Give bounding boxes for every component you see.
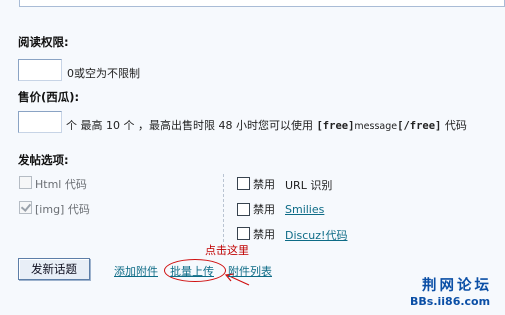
disable-url-checkbox[interactable] xyxy=(237,177,250,190)
watermark-title: 荆网论坛 xyxy=(422,278,492,294)
discuz-code-link[interactable]: Discuz!代码 xyxy=(285,227,347,243)
price-heading: 售价(西瓜): xyxy=(18,90,80,104)
disable-url-prefix: 禁用 xyxy=(253,178,275,191)
new-topic-button[interactable]: 发新话题 xyxy=(18,258,90,280)
price-input[interactable] xyxy=(18,111,62,133)
click-here-annotation: 点击这里 xyxy=(205,244,249,257)
post-options-heading: 发帖选项: xyxy=(18,153,69,167)
price-description: 个 最高 10 个 ，最高出售时限 48 小时您可以使用 [free]messa… xyxy=(66,117,467,133)
add-attachment-link[interactable]: 添加附件 xyxy=(114,263,158,279)
disable-smilies-checkbox[interactable] xyxy=(237,203,250,216)
options-divider xyxy=(223,174,224,252)
disable-smilies-prefix: 禁用 xyxy=(253,203,275,216)
img-code-checkbox[interactable] xyxy=(19,201,32,214)
img-code-label: [img] 代码 xyxy=(35,203,90,216)
attachment-list-link[interactable]: 附件列表 xyxy=(228,263,272,279)
price-desc-text: 个 最高 10 个 ，最高出售时限 48 小时您可以使用 xyxy=(66,119,317,132)
html-code-checkbox[interactable] xyxy=(19,176,32,189)
disable-url-label: URL 识别 xyxy=(285,179,333,192)
message-textarea[interactable] xyxy=(19,0,505,7)
batch-upload-link[interactable]: 批量上传 xyxy=(170,263,214,279)
smilies-link[interactable]: Smilies xyxy=(285,203,324,216)
disable-discuz-code-checkbox[interactable] xyxy=(237,227,250,240)
disable-discuz-code-prefix: 禁用 xyxy=(253,228,275,241)
read-permission-heading: 阅读权限: xyxy=(18,35,69,49)
free-tag-open: [free] xyxy=(316,120,355,132)
price-desc-suffix: 代码 xyxy=(441,119,467,132)
free-tag-message: message xyxy=(354,121,398,132)
read-permission-hint: 0或空为不限制 xyxy=(67,67,140,80)
free-tag-close: [/free] xyxy=(397,120,442,132)
watermark-url: BBs.ii86.com xyxy=(410,295,491,308)
read-permission-input[interactable] xyxy=(18,59,62,81)
html-code-label: Html 代码 xyxy=(35,178,87,191)
